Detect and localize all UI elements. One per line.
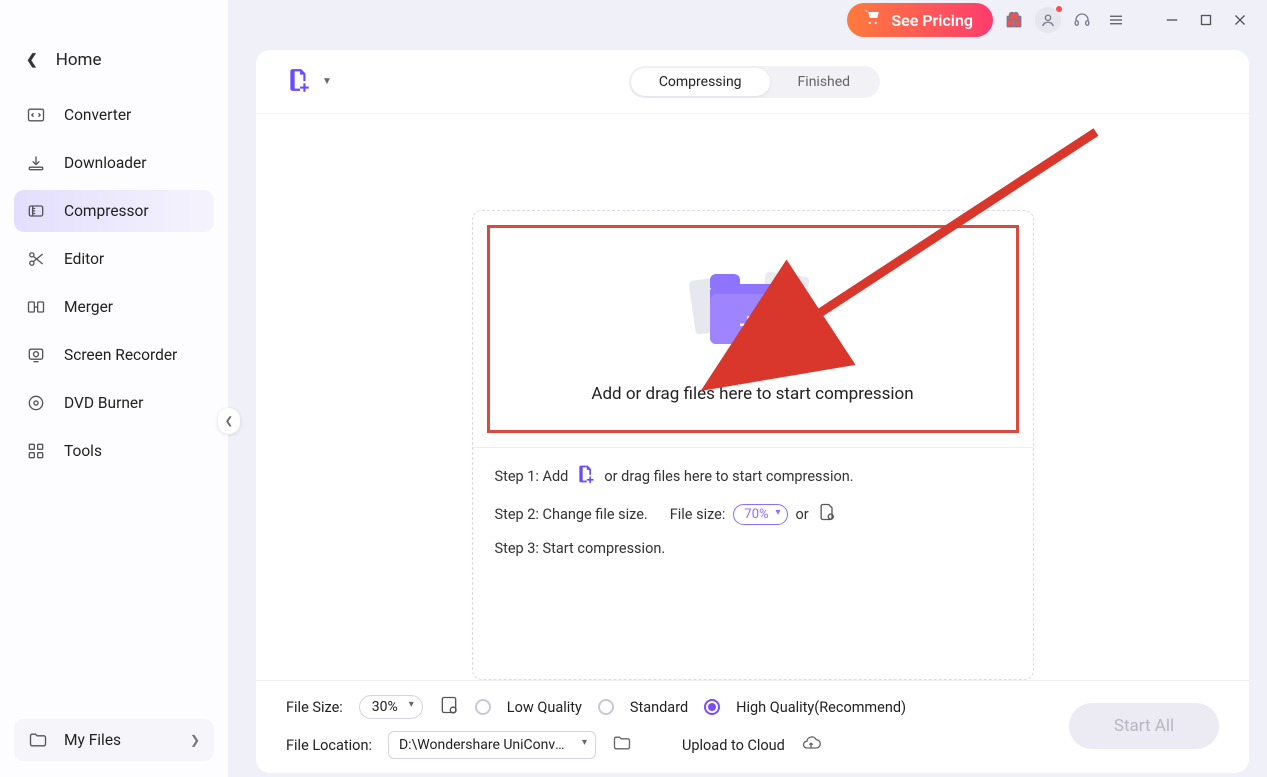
chevron-down-icon: ▼ [322,76,332,87]
step-2: Step 2: Change file size. File size: 70%… [495,502,1011,526]
pricing-label: See Pricing [891,11,973,30]
gift-icon[interactable] [1001,7,1027,33]
step-3: Step 3: Start compression. [495,540,1011,557]
steps: Step 1: Add or drag files here to start … [473,447,1033,579]
window-close-button[interactable] [1227,7,1253,33]
nav-label: Screen Recorder [64,346,177,364]
step3-text: Step 3: Start compression. [495,540,666,557]
my-files-label: My Files [64,731,121,749]
sidebar-item-merger[interactable]: Merger [14,286,214,328]
add-file-dropdown[interactable]: ▼ [286,67,332,97]
step2-filesize-select[interactable]: 70% [733,504,787,525]
record-icon [26,345,46,365]
step1-text-a: Step 1: Add [495,468,569,485]
sidebar: ❮ Home Converter Downloader Compressor [0,0,228,777]
tabs: Compressing Finished [629,66,880,98]
support-icon[interactable] [1069,7,1095,33]
nav-label: Compressor [64,202,149,220]
sidebar-item-screen-recorder[interactable]: Screen Recorder [14,334,214,376]
file-settings-icon[interactable] [817,502,837,526]
quality-high-label[interactable]: High Quality(Recommend) [736,699,906,716]
plus-icon: ＋ [738,308,760,340]
file-location-label: File Location: [286,737,372,754]
card-header: ▼ Compressing Finished [256,50,1249,114]
file-size-select[interactable]: 30% [359,695,423,719]
nav-label: Downloader [64,154,146,172]
drop-text: Add or drag files here to start compress… [591,384,913,404]
file-location-select[interactable]: D:\Wondershare UniConverter 1 [388,731,596,759]
disc-icon [26,393,46,413]
add-file-icon [286,67,312,97]
file-drop-zone[interactable]: ＋ Add or drag files here to start compre… [487,225,1019,433]
step-1: Step 1: Add or drag files here to start … [495,464,1011,488]
preset-settings-icon[interactable] [439,695,459,719]
file-size-label: File Size: [286,699,343,716]
upload-cloud-label: Upload to Cloud [682,737,785,754]
quality-standard-radio[interactable] [598,699,614,715]
sidebar-collapse-button[interactable]: ❮ [218,408,240,434]
cart-icon [863,9,881,31]
window-minimize-button[interactable] [1159,7,1185,33]
right-pane: See Pricing [228,0,1267,777]
titlebar: See Pricing [228,0,1267,40]
compressor-icon [26,201,46,221]
nav-label: Merger [64,298,113,316]
see-pricing-button[interactable]: See Pricing [847,3,993,37]
download-icon [26,153,46,173]
drop-card: ＋ Add or drag files here to start compre… [472,210,1034,680]
scissors-icon [26,249,46,269]
cloud-upload-icon[interactable] [801,733,821,757]
quality-low-radio[interactable] [475,699,491,715]
home-label: Home [56,50,102,70]
chevron-left-icon: ❮ [26,52,38,68]
sidebar-item-downloader[interactable]: Downloader [14,142,214,184]
sidebar-item-converter[interactable]: Converter [14,94,214,136]
start-all-button[interactable]: Start All [1069,703,1219,749]
step1-text-b: or drag files here to start compression. [604,468,853,485]
nav-label: Converter [64,106,131,124]
sidebar-nav: Converter Downloader Compressor Editor M… [0,94,228,472]
add-file-icon [576,464,596,488]
chevron-right-icon: ❯ [190,733,200,747]
sidebar-item-tools[interactable]: Tools [14,430,214,472]
sidebar-item-editor[interactable]: Editor [14,238,214,280]
nav-label: Editor [64,250,104,268]
step2-text-b: File size: [670,506,726,523]
main-area: ＋ Add or drag files here to start compre… [256,114,1249,680]
open-folder-icon[interactable] [612,733,632,757]
menu-icon[interactable] [1103,7,1129,33]
content-card: ▼ Compressing Finished ＋ [256,50,1249,773]
quality-standard-label[interactable]: Standard [630,699,688,716]
drop-illustration: ＋ [678,256,828,354]
my-files-button[interactable]: My Files ❯ [14,719,214,761]
folder-icon [28,730,48,750]
window-maximize-button[interactable] [1193,7,1219,33]
account-icon[interactable] [1035,7,1061,33]
step2-or: or [796,506,809,523]
home-button[interactable]: ❮ Home [0,38,228,94]
quality-high-radio[interactable] [704,699,720,715]
nav-label: Tools [64,442,102,460]
tab-finished[interactable]: Finished [770,68,879,96]
merger-icon [26,297,46,317]
tab-compressing[interactable]: Compressing [631,68,770,96]
grid-icon [26,441,46,461]
quality-low-label[interactable]: Low Quality [507,699,582,716]
nav-label: DVD Burner [64,394,143,412]
converter-icon [26,105,46,125]
step2-text-a: Step 2: Change file size. [495,506,648,523]
sidebar-item-compressor[interactable]: Compressor [14,190,214,232]
sidebar-item-dvd-burner[interactable]: DVD Burner [14,382,214,424]
notification-dot-icon [1056,6,1062,12]
chevron-left-icon: ❮ [225,416,233,427]
